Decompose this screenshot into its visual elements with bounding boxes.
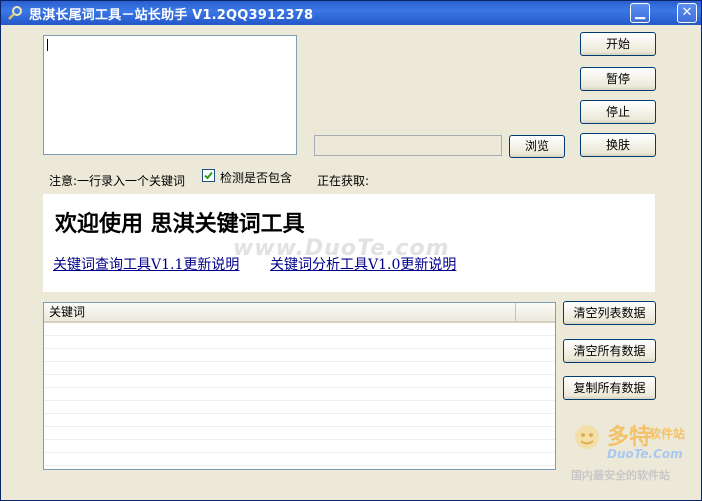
- close-button[interactable]: ✕: [677, 3, 697, 23]
- stop-button[interactable]: 停止: [580, 100, 656, 124]
- column-header-empty[interactable]: [516, 303, 555, 321]
- keyword-list[interactable]: 关键词: [43, 302, 556, 470]
- pause-button[interactable]: 暂停: [580, 67, 656, 91]
- list-body: [44, 323, 555, 469]
- change-skin-button[interactable]: 换肤: [580, 133, 656, 157]
- file-path-input[interactable]: [314, 135, 502, 156]
- column-header-keyword[interactable]: 关键词: [44, 303, 516, 321]
- title-bar: 思淇长尾词工具－站长助手 V1.2QQ3912378 ▁ ✕: [1, 1, 701, 25]
- analysis-tool-update-link[interactable]: 关键词分析工具V1.0更新说明: [270, 254, 456, 274]
- logo-site: DuoTe.Com: [607, 447, 683, 461]
- welcome-panel: 欢迎使用 思淇关键词工具 www.DuoTe.com 关键词查询工具V1.1更新…: [43, 194, 655, 292]
- contain-check-label: 检测是否包含: [220, 171, 293, 185]
- text-caret: [47, 39, 48, 51]
- list-header: 关键词: [44, 303, 555, 323]
- logo-soft: 软件站: [649, 427, 686, 441]
- mascot-icon: [571, 421, 603, 453]
- browse-button[interactable]: 浏览: [509, 135, 565, 158]
- logo-tagline: 国内最安全的软件站: [571, 469, 670, 482]
- app-window: 思淇长尾词工具－站长助手 V1.2QQ3912378 ▁ ✕ 开始 暂停 停止 …: [0, 0, 702, 501]
- duote-logo: 多特 软件站 DuoTe.Com 国内最安全的软件站: [567, 419, 697, 485]
- welcome-title: 欢迎使用 思淇关键词工具: [55, 211, 305, 237]
- clear-list-button[interactable]: 清空列表数据: [563, 301, 656, 325]
- window-title: 思淇长尾词工具－站长助手 V1.2QQ3912378: [29, 8, 314, 23]
- contain-check-checkbox[interactable]: [202, 169, 215, 182]
- input-note-label: 注意:一行录入一个关键词: [49, 174, 186, 188]
- checkmark-icon: [204, 171, 213, 180]
- query-tool-update-link[interactable]: 关键词查询工具V1.1更新说明: [53, 254, 239, 274]
- copy-all-button[interactable]: 复制所有数据: [563, 376, 656, 400]
- search-icon: [7, 5, 23, 21]
- fetching-status-label: 正在获取:: [317, 174, 370, 188]
- clear-all-button[interactable]: 清空所有数据: [563, 339, 656, 363]
- start-button[interactable]: 开始: [580, 32, 656, 56]
- keyword-input-area[interactable]: [43, 35, 297, 155]
- minimize-button[interactable]: ▁: [630, 3, 650, 23]
